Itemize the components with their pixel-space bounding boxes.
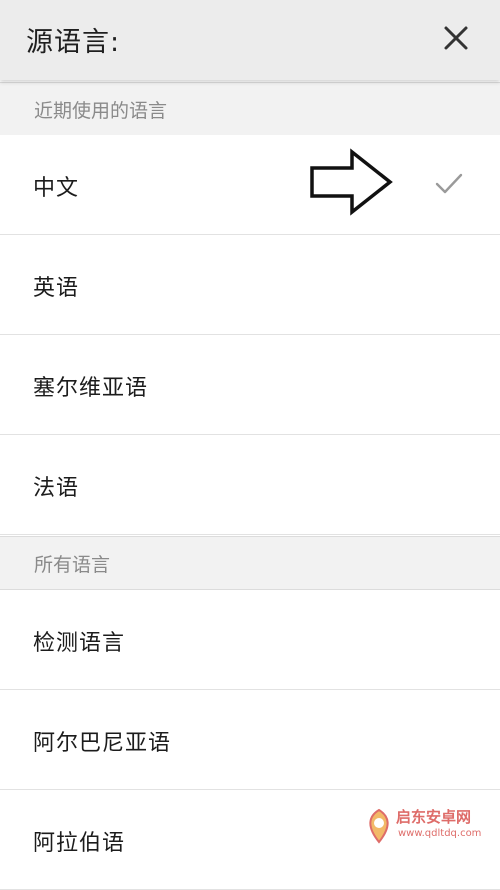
section-title: 所有语言 xyxy=(34,554,111,576)
language-label: 检测语言 xyxy=(33,631,126,656)
app-header: 源语言: xyxy=(0,0,500,80)
watermark-brand: 启东安卓网 xyxy=(396,808,472,826)
language-item-serbian[interactable]: 塞尔维亚语 xyxy=(0,335,500,435)
language-item-french[interactable]: 法语 xyxy=(0,435,500,535)
language-label: 中文 xyxy=(33,176,80,201)
language-label: 塞尔维亚语 xyxy=(33,376,149,401)
watermark-url: www.qdltdq.com xyxy=(398,828,482,839)
page-title: 源语言: xyxy=(26,27,121,58)
language-label: 英语 xyxy=(33,276,80,301)
watermark: 启东安卓网 www.qdltdq.com xyxy=(364,806,494,846)
language-item-chinese[interactable]: 中文 xyxy=(0,135,500,235)
language-item-english[interactable]: 英语 xyxy=(0,235,500,335)
language-label: 法语 xyxy=(33,476,80,501)
right-arrow-annotation-icon xyxy=(310,148,393,216)
close-icon xyxy=(444,26,468,50)
language-item-albanian[interactable]: 阿尔巴尼亚语 xyxy=(0,690,500,790)
language-item-detect[interactable]: 检测语言 xyxy=(0,590,500,690)
checkmark-icon xyxy=(435,173,463,194)
language-label: 阿拉伯语 xyxy=(33,831,126,856)
section-title: 近期使用的语言 xyxy=(34,100,168,122)
watermark-logo-icon xyxy=(369,808,389,844)
section-header-all: 所有语言 xyxy=(0,536,500,590)
close-button[interactable] xyxy=(438,20,474,56)
section-header-recent: 近期使用的语言 xyxy=(0,82,500,136)
language-label: 阿尔巴尼亚语 xyxy=(33,731,172,756)
